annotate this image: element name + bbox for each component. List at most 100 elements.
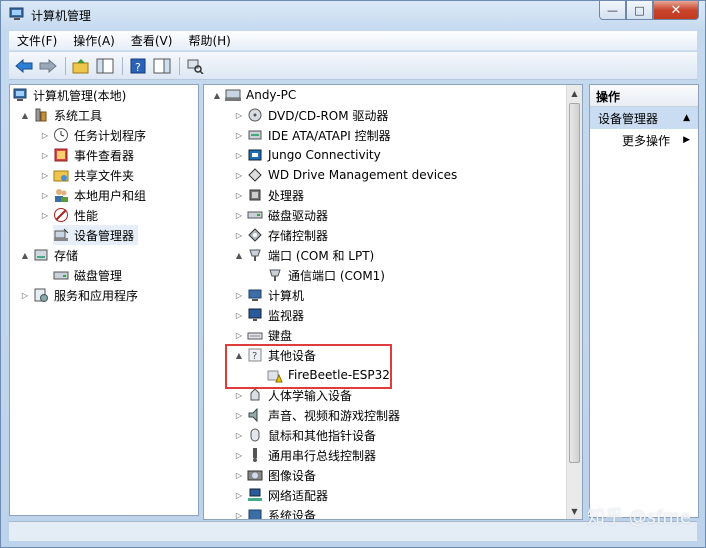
expand-arrow-icon[interactable]: ▷ <box>40 190 50 200</box>
back-button[interactable] <box>13 55 35 77</box>
highlight-box <box>225 344 392 389</box>
device-tree-item[interactable]: ▷ 磁盘驱动器 <box>234 205 328 225</box>
collapse-arrow-icon[interactable]: ▲ <box>234 250 244 260</box>
tree-item-disk-management[interactable]: 磁盘管理 <box>53 265 122 285</box>
scan-hardware-button[interactable] <box>184 55 206 77</box>
expand-arrow-icon[interactable]: ▷ <box>234 450 244 460</box>
tools-icon <box>33 107 49 123</box>
expand-arrow-icon[interactable]: ▷ <box>234 390 244 400</box>
device-tree-item[interactable]: ▷ 鼠标和其他指针设备 <box>234 425 376 445</box>
tree-item-shared-folders[interactable]: ▷ 共享文件夹 <box>40 165 134 185</box>
menu-action[interactable]: 操作(A) <box>65 31 123 51</box>
tree-item-storage[interactable]: ▲ 存储 <box>20 245 78 265</box>
expand-arrow-icon[interactable]: ▷ <box>234 470 244 480</box>
mouse-icon <box>247 427 263 443</box>
tree-item-event-viewer[interactable]: ▷ 事件查看器 <box>40 145 134 165</box>
device-tree-item[interactable]: ▷ 系统设备 <box>234 505 316 520</box>
tree-item-performance[interactable]: ▷ 性能 <box>40 205 98 225</box>
expand-arrow-icon[interactable]: ▷ <box>40 130 50 140</box>
disk-drive-icon <box>247 207 263 223</box>
tree-item-task-scheduler[interactable]: ▷ 任务计划程序 <box>40 125 146 145</box>
tree-item-label: 计算机管理(本地) <box>33 88 127 103</box>
expand-arrow-icon[interactable]: ▷ <box>234 490 244 500</box>
device-item-label: 通信端口 (COM1) <box>288 268 385 283</box>
help-button[interactable]: ? <box>127 55 149 77</box>
device-item-label: 处理器 <box>268 188 305 203</box>
expand-arrow-icon[interactable]: ▷ <box>234 290 244 300</box>
menu-bar: 文件(F) 操作(A) 查看(V) 帮助(H) <box>9 31 697 51</box>
expand-arrow-icon[interactable]: ▷ <box>234 230 244 240</box>
device-tree-item[interactable]: ▷ 通用串行总线控制器 <box>234 445 376 465</box>
menu-file[interactable]: 文件(F) <box>9 31 65 51</box>
expand-arrow-icon[interactable]: ▷ <box>234 150 244 160</box>
svg-text:?: ? <box>135 61 141 74</box>
collapse-arrow-icon[interactable]: ▲ <box>20 250 30 260</box>
device-item-label: DVD/CD-ROM 驱动器 <box>268 108 389 123</box>
device-tree-item[interactable]: ▷ 监视器 <box>234 305 304 325</box>
network-icon <box>247 487 263 503</box>
forward-button[interactable] <box>37 55 59 77</box>
menu-view[interactable]: 查看(V) <box>123 31 181 51</box>
device-tree-item[interactable]: ▷ IDE ATA/ATAPI 控制器 <box>234 125 391 145</box>
menu-help[interactable]: 帮助(H) <box>180 31 238 51</box>
device-tree-item[interactable]: ▲ 端口 (COM 和 LPT) <box>234 245 374 265</box>
expand-arrow-icon[interactable]: ▷ <box>234 190 244 200</box>
tree-item-device-manager[interactable]: 设备管理器 <box>53 225 139 245</box>
back-arrow-icon <box>15 58 33 73</box>
device-tree-item[interactable]: ▷ 网络适配器 <box>234 485 328 505</box>
device-item-label: 磁盘驱动器 <box>268 208 329 223</box>
device-tree-root[interactable]: ▲ Andy-PC <box>212 85 296 105</box>
device-tree-item[interactable]: ▷ Jungo Connectivity <box>234 145 381 165</box>
ide-icon <box>247 127 263 143</box>
close-button[interactable]: ✕ <box>653 1 699 20</box>
device-tree-item[interactable]: ▷ 声音、视频和游戏控制器 <box>234 405 400 425</box>
window-title: 计算机管理 <box>31 9 92 23</box>
tree-item-services-applications[interactable]: ▷ 服务和应用程序 <box>20 285 138 305</box>
minimize-button[interactable]: — <box>599 1 626 20</box>
collapse-arrow-icon[interactable]: ▲ <box>20 110 30 120</box>
device-tree-item[interactable]: 通信端口 (COM1) <box>254 265 385 285</box>
actions-header: 操作 <box>590 85 698 107</box>
expand-arrow-icon[interactable]: ▷ <box>20 290 30 300</box>
tree-item-computer-management[interactable]: 计算机管理(本地) <box>12 85 126 105</box>
expand-arrow-icon[interactable]: ▷ <box>234 510 244 520</box>
expand-arrow-icon[interactable]: ▷ <box>234 130 244 140</box>
expand-arrow-icon[interactable]: ▷ <box>234 330 244 340</box>
expand-arrow-icon[interactable]: ▷ <box>234 170 244 180</box>
forward-arrow-icon <box>39 58 57 73</box>
actions-group-device-manager[interactable]: 设备管理器 ▲ <box>590 107 698 129</box>
more-actions-item[interactable]: 更多操作 ▶ <box>590 129 698 151</box>
scroll-down-arrow-icon[interactable]: ▼ <box>567 503 582 519</box>
expand-arrow-icon[interactable]: ▷ <box>234 110 244 120</box>
device-tree-item[interactable]: ▷ WD Drive Management devices <box>234 165 457 185</box>
show-hide-action-pane-button[interactable] <box>151 55 173 77</box>
device-tree-item[interactable]: ▷ DVD/CD-ROM 驱动器 <box>234 105 388 125</box>
expand-arrow-icon[interactable]: ▷ <box>234 210 244 220</box>
expand-arrow-icon[interactable]: ▷ <box>234 430 244 440</box>
device-tree-item[interactable]: ▷ 图像设备 <box>234 465 316 485</box>
title-bar: 计算机管理 — □ ✕ <box>1 1 705 29</box>
show-hide-tree-button[interactable] <box>94 55 116 77</box>
tree-item-local-users-groups[interactable]: ▷ 本地用户和组 <box>40 185 146 205</box>
device-item-label: 端口 (COM 和 LPT) <box>268 248 375 263</box>
collapse-arrow-icon[interactable]: ▲ <box>683 113 690 123</box>
expand-arrow-icon[interactable]: ▷ <box>40 150 50 160</box>
vertical-scrollbar[interactable]: ▲ ▼ <box>566 85 582 519</box>
expand-arrow-icon[interactable]: ▷ <box>40 170 50 180</box>
scrollbar-thumb[interactable] <box>569 103 580 463</box>
device-tree-item[interactable]: ▷ 计算机 <box>234 285 304 305</box>
tree-item-system-tools[interactable]: ▲ 系统工具 <box>20 105 102 125</box>
maximize-button[interactable]: □ <box>626 1 653 20</box>
device-tree-item[interactable]: ▷ 键盘 <box>234 325 292 345</box>
event-viewer-icon <box>53 147 69 163</box>
collapse-arrow-icon[interactable]: ▲ <box>212 90 222 100</box>
device-tree-item[interactable]: ▷ 处理器 <box>234 185 304 205</box>
expand-arrow-icon[interactable]: ▷ <box>40 210 50 220</box>
expand-arrow-icon[interactable]: ▷ <box>234 410 244 420</box>
computer-icon <box>225 87 241 103</box>
expand-arrow-icon[interactable]: ▷ <box>234 310 244 320</box>
tree-item-label: 系统工具 <box>54 108 103 123</box>
device-tree-item[interactable]: ▷ 存储控制器 <box>234 225 328 245</box>
scroll-up-arrow-icon[interactable]: ▲ <box>567 85 582 101</box>
up-level-button[interactable] <box>70 55 92 77</box>
